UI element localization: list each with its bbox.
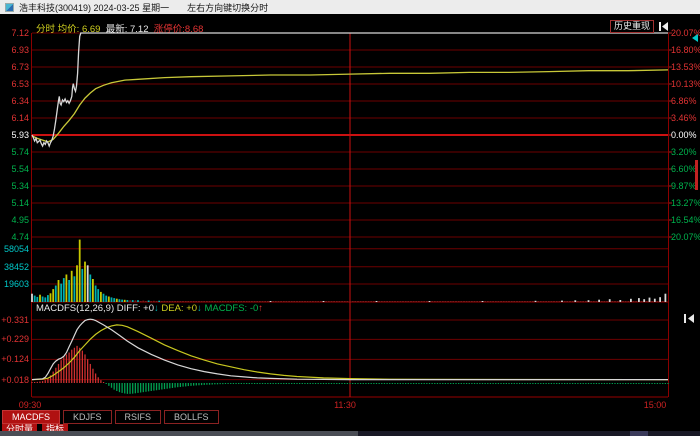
scrollbar-thumb[interactable] (695, 160, 698, 190)
replay-prev-icon[interactable] (683, 314, 695, 323)
limit-label: 涨停价: (153, 24, 185, 35)
last-label: 最新: (105, 24, 128, 35)
avg-value: 6.69 (81, 24, 101, 35)
tab-macdfs[interactable]: MACDFS (2, 410, 60, 424)
app-icon (5, 2, 14, 12)
history-replay-button[interactable]: 历史重现 (610, 20, 655, 33)
indicator-tab-bar: MACDFS KDJFS RSIFS BOLLFS (2, 410, 219, 424)
tab-bollfs[interactable]: BOLLFS (164, 410, 219, 424)
avg-label: 均价: (57, 24, 80, 35)
taskbar-tray-segment[interactable] (630, 431, 648, 436)
quote-info-bar: 分时 均价: 6.69 最新: 7.12 涨停价:8.68 (36, 21, 203, 35)
limit-value: 8.68 (184, 24, 204, 35)
last-value: 7.12 (130, 24, 149, 35)
indicator-name: MACDFS(12,26,9) (36, 303, 115, 314)
app-window: 浩丰科技(300419) 2024-03-25 星期一 左右方向键切换分时 7.… (0, 0, 700, 436)
diff-value: DIFF: +0 (116, 303, 154, 314)
intraday-chart-canvas[interactable] (0, 0, 700, 436)
tab-kdjfs[interactable]: KDJFS (63, 410, 112, 424)
tab-rsifs[interactable]: RSIFS (114, 410, 162, 424)
os-taskbar[interactable] (0, 431, 700, 436)
skip-to-start-icon[interactable] (658, 22, 669, 31)
axis-cursor-marker (692, 34, 698, 42)
indicator-value-bar: MACDFS(12,26,9) DIFF: +0↓ DEA: +0↓ MACDF… (36, 303, 263, 314)
macd-arrow-icon: ↑ (258, 303, 264, 314)
window-title: 浩丰科技(300419) 2024-03-25 星期一 左右方向键切换分时 (19, 2, 269, 13)
history-replay-control: 历史重现 (610, 20, 669, 33)
dea-value: DEA: +0 (161, 303, 198, 314)
mode-label: 分时 (36, 24, 56, 35)
window-titlebar: 浩丰科技(300419) 2024-03-25 星期一 左右方向键切换分时 (0, 0, 700, 14)
taskbar-window-segment[interactable] (0, 431, 358, 436)
macd-value: MACDFS: -0 (204, 303, 259, 314)
